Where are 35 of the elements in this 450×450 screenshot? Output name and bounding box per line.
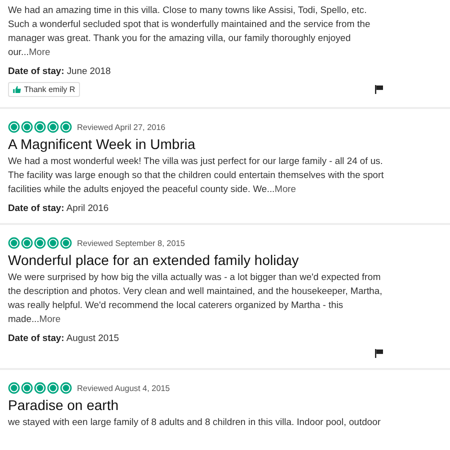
date-of-stay: Date of stay: April 2016 (8, 202, 110, 213)
filled-bubble-icon (60, 237, 72, 249)
flag-icon[interactable] (375, 85, 383, 94)
review-title: Paradise on earth (8, 397, 120, 413)
filled-bubble-icon (21, 121, 33, 133)
more-link[interactable]: More (274, 183, 296, 194)
review-title: A Magnificent Week in Umbria (8, 136, 196, 152)
filled-bubble-icon (47, 121, 59, 133)
flag-icon[interactable] (375, 349, 383, 358)
filled-bubble-icon (8, 237, 20, 249)
filled-bubble-icon (34, 382, 46, 394)
filled-bubble-icon (8, 121, 20, 133)
filled-bubble-icon (60, 382, 72, 394)
review-date: Reviewed August 4, 2015 (77, 384, 170, 392)
more-link[interactable]: More (28, 46, 50, 57)
filled-bubble-icon (34, 121, 46, 133)
review-text: We were surprised by how big the villa actually was - a lot bigger than we'd expected from the description and photos. Very clean and well maintained, and the housekeeper, Martha, was really helpful. We'd recommend the local caterers organized by Martha - this made...More (8, 270, 384, 326)
more-link[interactable]: More (39, 313, 61, 324)
filled-bubble-icon (21, 382, 33, 394)
filled-bubble-icon (8, 382, 20, 394)
review-text: we stayed with een large family of 8 adults and 8 children in this villa. Indoor pool, outdoor (8, 415, 382, 429)
date-of-stay: Date of stay: June 2018 (8, 65, 112, 76)
filled-bubble-icon (21, 237, 33, 249)
review-date: Reviewed September 8, 2015 (77, 238, 185, 248)
filled-bubble-icon (60, 121, 72, 133)
review-title: Wonderful place for an extended family holiday (8, 252, 300, 268)
filled-bubble-icon (34, 237, 46, 249)
thank-button[interactable]: Thank emily R (8, 82, 80, 97)
review-text: We had an amazing time in this villa. Close to many towns like Assisi, Todi, Spello, etc. Such a wonderful secluded spot that is wonderfully maintained and the service from the manager was great. Thank you for the amazing villa, our family thoroughly enjoyed our...More (8, 3, 372, 59)
date-of-stay: Date of stay: August 2015 (8, 332, 120, 343)
filled-bubble-icon (47, 237, 59, 249)
review-date: Reviewed April 27, 2016 (77, 122, 166, 132)
filled-bubble-icon (47, 382, 59, 394)
thumbs-up-icon (13, 86, 21, 93)
review-text: We had a most wonderful week! The villa was just perfect for our large family - all 24 of us. The facility was large enough so that the children could entertain themselves with the sport facilities while the adults enjoyed the peaceful county side. We...More (8, 154, 385, 196)
